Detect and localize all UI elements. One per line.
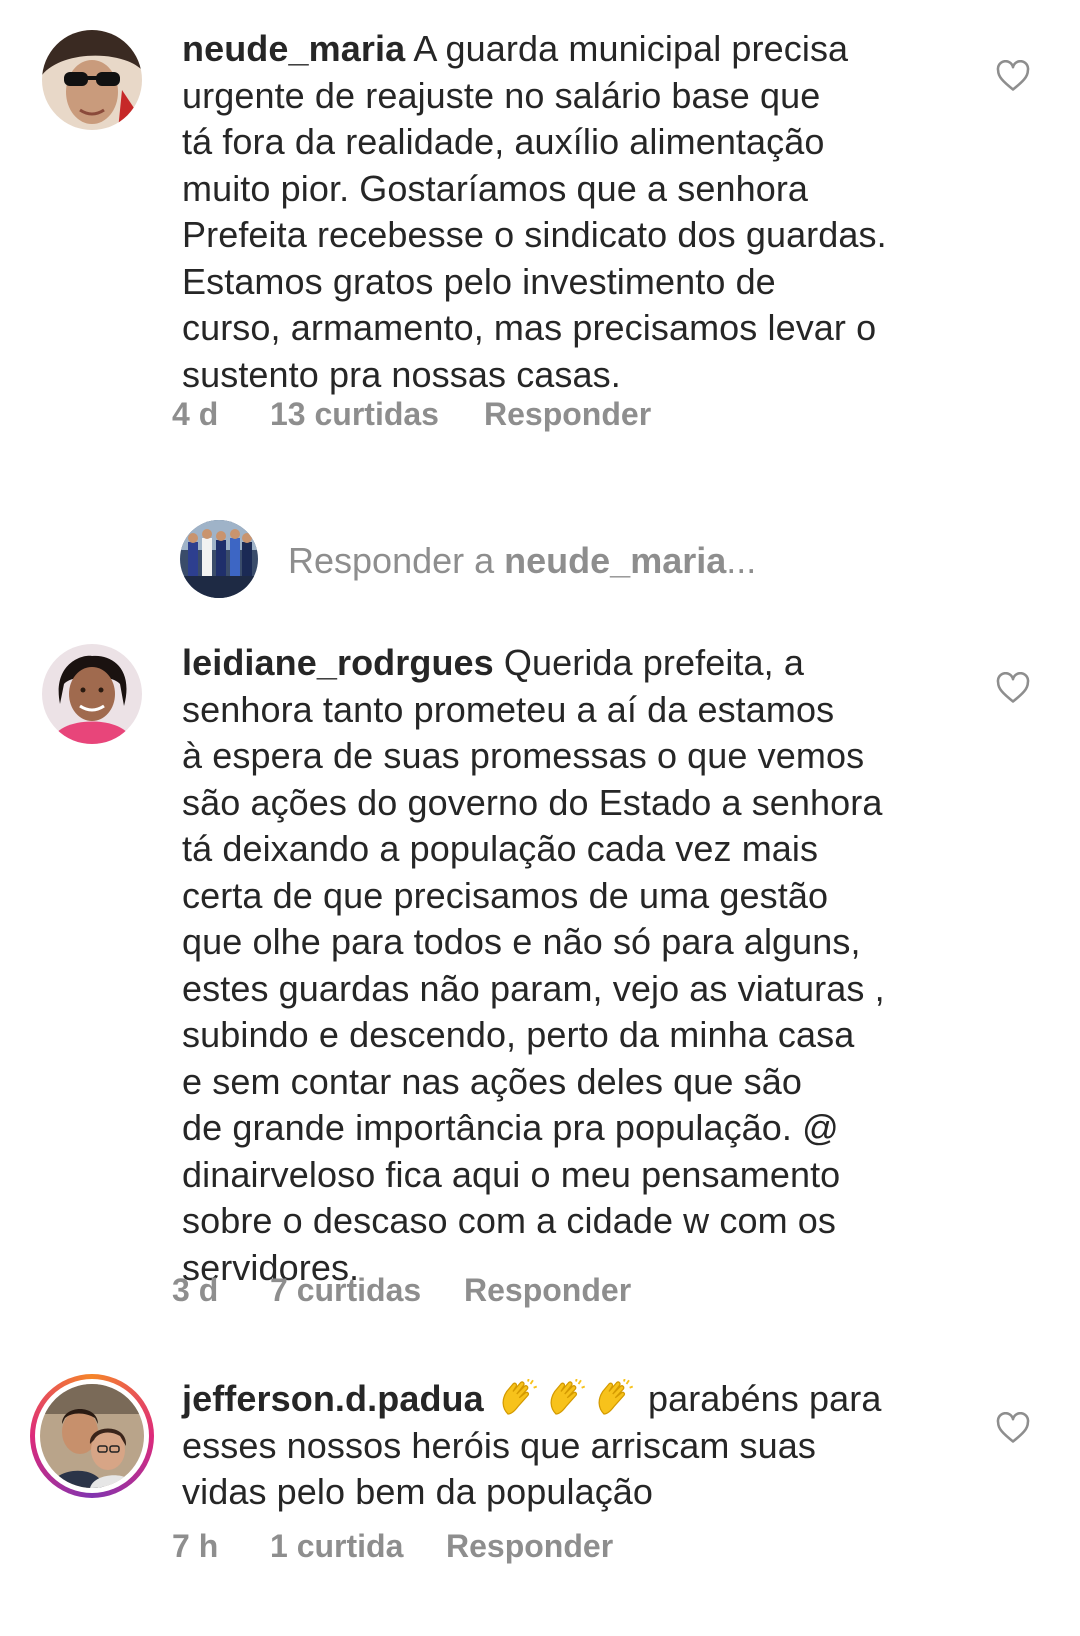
comment-line: Querida prefeita, a [503,642,804,683]
avatar[interactable] [42,644,142,744]
comment-time: 3 d [172,1272,219,1308]
avatar[interactable] [42,30,142,130]
comment-item: leidiane_rodrgues Querida prefeita, a se… [0,640,1080,1340]
comment-likes[interactable]: 7 curtidas [270,1272,421,1309]
reply-button[interactable]: Responder [484,396,651,433]
comment-item: jefferson.d.padua parabéns para esses no… [0,1374,1080,1636]
comment-line: sobre o descaso com a cidade w com os [182,1200,837,1241]
story-ring[interactable] [30,1374,154,1498]
comment-line: tá deixando a população cada vez mais [182,828,819,869]
comment-line: de grande importância pra população. @ [182,1107,839,1148]
avatar [40,1384,144,1488]
comment-username[interactable]: leidiane_rodrgues [182,642,494,683]
clapping-hands-icon [550,1379,585,1415]
reply-username: neude_maria [504,540,727,581]
comment-line: Estamos gratos pelo investimento de [182,260,776,302]
clapping-hands-icon [502,1379,537,1415]
comment-text: jefferson.d.padua parabéns para esses no… [182,1376,962,1516]
comment-line: são ações do governo do Estado a senhora [182,781,883,823]
comment-line: esses nossos heróis que arriscam suas [182,1424,816,1466]
comment-line: sustento pra nossas casas. [182,353,621,395]
comment-text: neude_maria A guarda municipal precisa u… [182,26,962,398]
comment-line: dinairveloso fica aqui o meu pensamento [182,1153,841,1195]
reply-button[interactable]: Responder [446,1528,613,1565]
comment-username[interactable]: jefferson.d.padua [182,1378,484,1419]
my-avatar [180,520,258,598]
reply-button[interactable]: Responder [464,1272,631,1309]
comment-line: parabéns para [647,1378,882,1419]
comment-item: neude_maria A guarda municipal precisa u… [0,0,1080,460]
comment-line: muito pior. Gostaríamos que a senhora [182,167,809,209]
comment-line: estes guardas não param, vejo as viatura… [182,967,885,1009]
heart-icon[interactable] [996,1411,1030,1444]
heart-icon[interactable] [996,671,1030,704]
comment-line: subindo e descendo, perto da minha casa [182,1014,855,1055]
reply-prefix: Responder a [288,540,495,581]
reply-ellipsis: ... [726,540,757,581]
comment-line: senhora tanto prometeu a aí da estamos [182,688,835,730]
reply-prompt[interactable]: Responder a neude_maria... [180,520,980,600]
comment-line: A guarda municipal precisa [413,28,849,69]
comment-line: tá fora da realidade, auxílio alimentaçã… [182,121,825,162]
reply-prompt-text[interactable]: Responder a neude_maria... [288,540,756,582]
clapping-hands-icon [598,1379,633,1415]
comment-line: vidas pelo bem da população [182,1471,654,1512]
comment-line: e sem contar nas ações deles que são [182,1060,802,1102]
comment-likes[interactable]: 1 curtida [270,1528,403,1565]
comment-line: Prefeita recebesse o sindicato dos guard… [182,214,887,255]
comment-likes[interactable]: 13 curtidas [270,396,439,433]
heart-icon[interactable] [996,59,1030,92]
comment-time: 7 h [172,1528,219,1564]
comment-line: certa de que precisamos de uma gestão [182,874,829,916]
comment-line: à espera de suas promessas o que vemos [182,735,865,776]
comment-line: que olhe para todos e não só para alguns… [182,921,861,962]
comment-line: urgente de reajuste no salário base que [182,74,821,116]
comment-line: curso, armamento, mas precisamos levar o [182,307,877,348]
comment-time: 4 d [172,396,219,432]
comment-username[interactable]: neude_maria [182,28,405,69]
comment-text: leidiane_rodrgues Querida prefeita, a se… [182,640,962,1291]
